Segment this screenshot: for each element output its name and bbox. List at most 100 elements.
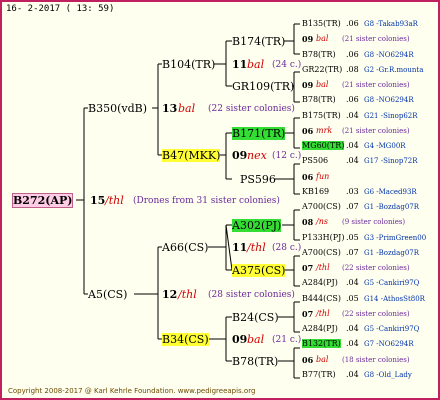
g4-ref-12[interactable]: G6 -Maced93R xyxy=(364,188,417,196)
g3-queen-7[interactable]: B24(CS) xyxy=(232,311,279,324)
g4-queen-19[interactable]: B444(CS) xyxy=(302,294,341,303)
g4-ref-19[interactable]: G14 -AthosSt80R xyxy=(364,295,425,303)
g4-drone-note-23: (18 sister colonies) xyxy=(342,356,410,364)
g2-queen-3[interactable]: A66(CS) xyxy=(162,241,208,254)
g4-ref-13[interactable]: G1 -Bozdag07R xyxy=(364,203,419,211)
g4-drone-year-8: 06 xyxy=(302,126,314,136)
g3-queen-4[interactable]: PS596 xyxy=(240,173,276,186)
g4-drone-year-14: 08 xyxy=(302,217,314,227)
g4-ref-4[interactable]: G2 -Gr.R.mounta xyxy=(364,66,423,74)
g4-queen-6[interactable]: B78(TR) xyxy=(302,95,336,104)
g4-ref-6[interactable]: G8 -NO6294R xyxy=(364,96,414,104)
g4-drone-mark-5: bal xyxy=(316,80,329,89)
g4-drone-year-11: 06 xyxy=(302,172,314,182)
g4-year-3: .06 xyxy=(346,50,359,59)
g4-ref-22[interactable]: G7 -NO6294R xyxy=(364,340,414,348)
g3-queen-1[interactable]: B174(TR) xyxy=(232,35,285,48)
g4-drone-note-5: (21 sister colonies) xyxy=(342,81,410,89)
g2-drone-mark-1: bal xyxy=(247,58,265,71)
pedigree-frame: 16- 2-2017 ( 13: 59) B272(AP) 15 /thl (D… xyxy=(0,0,440,400)
g4-drone-year-17: 07 xyxy=(302,263,314,273)
g2-queen-2[interactable]: B47(MKK) xyxy=(162,149,221,162)
g4-drone-note-2: (21 sister colonies) xyxy=(342,35,410,43)
g4-year-18: .04 xyxy=(346,278,359,287)
g2-drone-year-4: 09 xyxy=(232,333,248,346)
g4-year-7: .04 xyxy=(346,111,359,120)
g3-queen-2[interactable]: GR109(TR) xyxy=(232,80,294,93)
g4-year-19: .05 xyxy=(346,294,359,303)
g4-queen-10[interactable]: PS506 xyxy=(302,156,328,165)
g4-queen-21[interactable]: A284(PJ) xyxy=(302,324,338,333)
g2-queen-4[interactable]: B34(CS) xyxy=(162,333,209,346)
g4-ref-18[interactable]: G5 -Cankiri97Q xyxy=(364,279,419,287)
g1-queen-2[interactable]: A5(CS) xyxy=(88,288,127,301)
g4-drone-note-14: (9 sister colonies) xyxy=(342,218,406,226)
root-queen[interactable]: B272(AP) xyxy=(12,193,74,208)
g4-drone-year-23: 06 xyxy=(302,355,314,365)
g4-drone-note-20: (22 sister colonies) xyxy=(342,310,410,318)
g4-queen-16[interactable]: A700(CS) xyxy=(302,248,341,257)
g4-queen-4[interactable]: GR22(TR) xyxy=(302,65,342,74)
g1-queen-1[interactable]: B350(vdB) xyxy=(88,102,147,115)
root-drone-year: 15 xyxy=(90,194,106,207)
g4-drone-mark-17: /thl xyxy=(316,263,330,272)
g4-queen-12[interactable]: KB169 xyxy=(302,187,329,196)
g1-drone-mark-2: /thl xyxy=(178,288,197,301)
g3-queen-3[interactable]: B171(TR) xyxy=(232,127,286,140)
g4-ref-15[interactable]: G3 -PrimGreen00 xyxy=(364,234,426,242)
g4-year-6: .06 xyxy=(346,95,359,104)
g4-drone-mark-14: /ns xyxy=(316,217,328,226)
g1-drone-mark-1: bal xyxy=(178,102,196,115)
g4-drone-mark-11: fun xyxy=(316,172,330,181)
g4-queen-15[interactable]: P133H(PJ) xyxy=(302,233,344,242)
g4-drone-year-2: 09 xyxy=(302,34,314,44)
g4-drone-mark-2: bal xyxy=(316,34,329,43)
g4-year-24: .04 xyxy=(346,370,359,379)
g4-ref-10[interactable]: G17 -Sinop72R xyxy=(364,157,418,165)
g4-year-16: .07 xyxy=(346,248,359,257)
g4-year-10: .04 xyxy=(346,156,359,165)
g4-ref-21[interactable]: G5 -Cankiri97Q xyxy=(364,325,419,333)
g2-drone-note-2: (12 c.) xyxy=(272,151,302,161)
g2-drone-note-3: (28 c.) xyxy=(272,243,302,253)
g2-drone-mark-4: bal xyxy=(247,333,265,346)
g4-year-22: .04 xyxy=(346,339,359,348)
g4-queen-22[interactable]: B132(TR) xyxy=(302,339,341,348)
g2-drone-note-4: (21 c.) xyxy=(272,335,302,345)
g3-queen-6[interactable]: A375(CS) xyxy=(232,264,286,277)
g4-queen-7[interactable]: B175(TR) xyxy=(302,111,341,120)
g4-ref-16[interactable]: G1 -Bozdag07R xyxy=(364,249,419,257)
g4-year-9: .04 xyxy=(346,141,359,150)
g3-queen-5[interactable]: A302(PJ) xyxy=(232,219,282,232)
g2-queen-1[interactable]: B104(TR) xyxy=(162,58,215,71)
g4-queen-18[interactable]: A284(PJ) xyxy=(302,278,338,287)
g4-year-15: .05 xyxy=(346,233,359,242)
g4-year-12: .03 xyxy=(346,187,359,196)
g4-ref-9[interactable]: G4 -MG00R xyxy=(364,142,406,150)
g4-ref-1[interactable]: G8 -Takab93aR xyxy=(364,20,418,28)
g4-drone-note-8: (21 sister colonies) xyxy=(342,127,410,135)
g4-year-21: .04 xyxy=(346,324,359,333)
g4-drone-year-20: 07 xyxy=(302,309,314,319)
g4-queen-3[interactable]: B78(TR) xyxy=(302,50,336,59)
g4-queen-1[interactable]: B135(TR) xyxy=(302,19,341,28)
g4-drone-mark-20: /thl xyxy=(316,309,330,318)
g4-ref-24[interactable]: G8 -Old_Lady xyxy=(364,371,412,379)
g4-drone-year-5: 09 xyxy=(302,80,314,90)
g4-ref-7[interactable]: G21 -Sinop62R xyxy=(364,112,418,120)
g1-drone-note-2: (28 sister colonies) xyxy=(208,290,295,300)
root-drone-mark: /thl xyxy=(105,194,124,207)
g4-queen-9[interactable]: MG60(TR) xyxy=(302,141,345,150)
g1-drone-year-2: 12 xyxy=(162,288,178,301)
g4-drone-mark-23: bal xyxy=(316,355,329,364)
g2-drone-mark-3: /thl xyxy=(247,241,266,254)
g2-drone-mark-2: nex xyxy=(247,149,267,162)
g2-drone-note-1: (24 c.) xyxy=(272,60,302,70)
g4-queen-13[interactable]: A700(CS) xyxy=(302,202,341,211)
root-drone-note: (Drones from 31 sister colonies) xyxy=(133,196,280,206)
g4-drone-mark-8: mrk xyxy=(316,126,333,135)
g3-queen-8[interactable]: B78(TR) xyxy=(232,355,278,368)
g4-queen-24[interactable]: B77(TR) xyxy=(302,370,336,379)
g1-drone-year-1: 13 xyxy=(162,102,178,115)
g4-ref-3[interactable]: G8 -NO6294R xyxy=(364,51,414,59)
